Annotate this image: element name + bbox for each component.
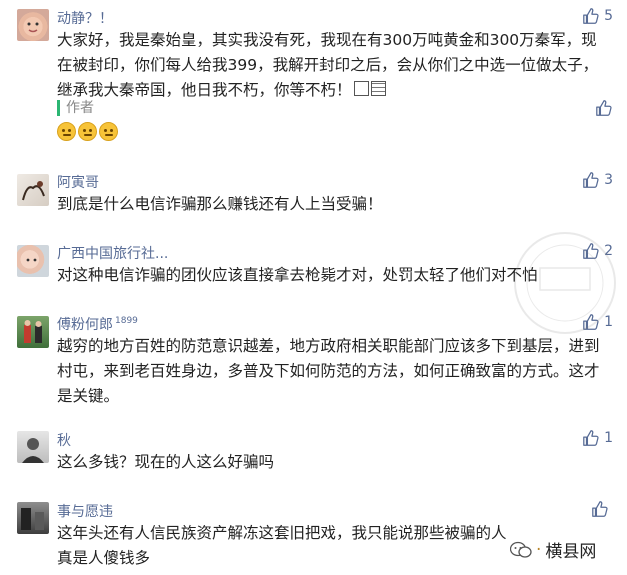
like-count: 1 (604, 430, 613, 446)
like-count: 3 (604, 172, 613, 188)
author-reply-label: 作者 (57, 100, 94, 116)
comment-text: 这么多钱？现在的人这么好骗吗 (57, 453, 275, 471)
emoji-row (57, 122, 118, 141)
comment-text: 这年头还有人信民族资产解冻这套旧把戏，我只能说那些被骗的人真是人傻钱多 (57, 524, 507, 567)
thinking-emoji-icon (78, 122, 97, 141)
commenter-name[interactable]: 动静？！ (57, 8, 113, 28)
avatar[interactable] (17, 9, 49, 41)
avatar[interactable] (17, 431, 49, 463)
commenter-name[interactable]: 阿寅哥 (57, 172, 99, 192)
square-icon (353, 81, 369, 96)
thumbs-up-icon (583, 8, 599, 24)
comment-text: 到底是什么电信诈骗那么赚钱还有人上当受骗！ (57, 195, 383, 213)
wechat-logo-icon (510, 541, 532, 558)
like-button[interactable]: 5 (582, 6, 613, 26)
commenter-name[interactable]: 事与愿违 (57, 501, 113, 521)
like-button[interactable] (591, 499, 613, 519)
comment-text: 越穷的地方百姓的防范意识越差，地方政府相关职能部门应该多下到基层，进到村屯，来到… (57, 337, 600, 405)
thinking-emoji-icon (57, 122, 76, 141)
thinking-emoji-icon (99, 122, 118, 141)
avatar[interactable] (17, 316, 49, 348)
thumbs-up-icon (583, 172, 599, 188)
reply-like-button[interactable] (595, 98, 613, 118)
watermark-seal-icon (510, 228, 620, 338)
brand-dot-icon: · (536, 539, 542, 560)
thumbs-up-icon (583, 430, 599, 446)
thumbs-up-icon (596, 100, 612, 116)
avatar[interactable] (17, 502, 49, 534)
comment-text: 大家好，我是秦始皇，其实我没有死，我现在有300万吨黄金和300万秦军，现在被封… (57, 31, 599, 99)
like-button[interactable]: 1 (582, 428, 613, 448)
commenter-name[interactable]: 广西中国旅行社... (57, 243, 168, 263)
commenter-name[interactable]: 秋 (57, 430, 71, 450)
thumbs-up-icon (592, 501, 608, 517)
avatar[interactable] (17, 245, 49, 277)
commenter-name[interactable]: 傅粉何郎 1899 (57, 314, 138, 334)
like-count: 5 (604, 8, 613, 24)
brand-name: 横县网 (545, 542, 597, 562)
image-icon (370, 81, 386, 96)
avatar[interactable] (17, 174, 49, 206)
like-button[interactable]: 3 (582, 170, 613, 190)
brand-mark: · 横县网 (510, 537, 596, 562)
level-badge: 1899 (115, 316, 138, 327)
